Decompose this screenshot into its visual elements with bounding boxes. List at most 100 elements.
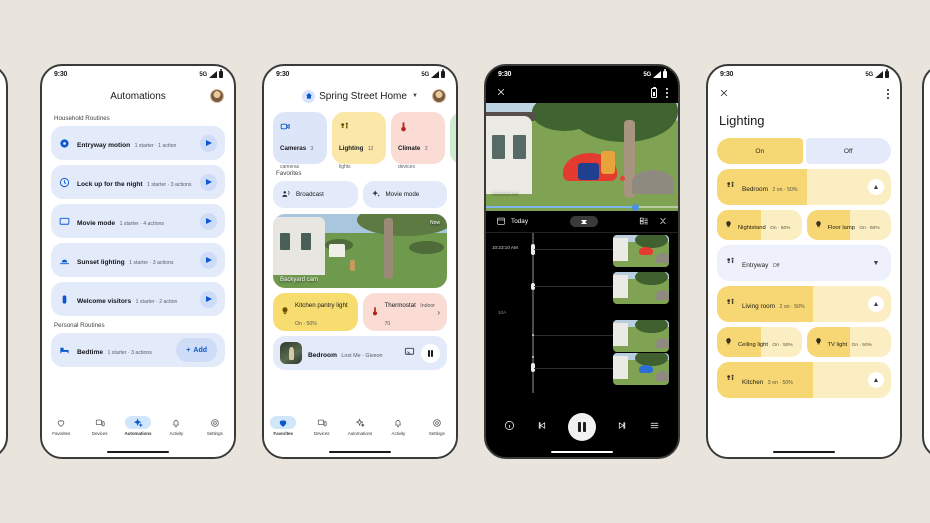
- skip-previous-icon[interactable]: [536, 418, 547, 436]
- battery-icon[interactable]: [651, 86, 657, 98]
- event-thumbnail[interactable]: [613, 320, 669, 352]
- automation-row[interactable]: Sunset lighting 1 starter · 3 actions: [51, 243, 225, 277]
- nav-item-activity[interactable]: Activity: [159, 416, 193, 436]
- category-cameras[interactable]: Cameras 3 cameras: [273, 112, 327, 170]
- light-group-entryway[interactable]: Entryway Off ▼: [717, 245, 891, 281]
- chevron-up-icon[interactable]: ▲: [868, 296, 884, 312]
- light-group-kitchen[interactable]: Kitchen 3 on · 50% ▲: [717, 362, 891, 398]
- event-thumbnail[interactable]: [613, 272, 669, 304]
- run-automation-button[interactable]: [200, 212, 217, 230]
- category-text: Lighting 12 lights: [339, 137, 380, 173]
- nav-label: Settings: [206, 431, 223, 436]
- app-bar: Automations: [42, 83, 234, 109]
- automation-row[interactable]: Welcome visitors 1 starter · 2 action: [51, 282, 225, 316]
- nav-item-favorites[interactable]: Favorites: [266, 416, 300, 436]
- nav-item-favorites[interactable]: Favorites: [44, 416, 78, 436]
- toggle-on-button[interactable]: On: [717, 138, 803, 164]
- light-tv-light[interactable]: TV light On · 50%: [806, 327, 891, 357]
- battery-icon: [441, 69, 445, 79]
- nav-item-settings[interactable]: Settings: [420, 416, 454, 436]
- light-group-living-room[interactable]: Living room 2 on · 50% ▲: [717, 286, 891, 322]
- favorite-movie-mode[interactable]: Movie mode: [362, 181, 447, 208]
- home-content[interactable]: Cameras 3 cameras Lighting 12 lights Cli…: [264, 109, 456, 413]
- category-wifi[interactable]: Wi-Fi Connected: [450, 112, 456, 164]
- light-children-living-room[interactable]: Ceiling light On · 50% TV light On · 50%: [717, 327, 891, 357]
- event-timeline[interactable]: 10:23:10 AM 10A: [486, 233, 678, 407]
- run-automation-button[interactable]: [200, 251, 217, 269]
- device-kitchen-pantry-light[interactable]: Kitchen pantry light On · 50%: [273, 293, 358, 331]
- more-vertical-icon[interactable]: [666, 88, 668, 98]
- light-group-bedroom[interactable]: Bedroom 2 on · 50% ▲: [717, 169, 891, 205]
- home-selector[interactable]: Spring Street Home ▼: [302, 89, 418, 103]
- cast-icon[interactable]: [404, 344, 415, 362]
- run-automation-button[interactable]: [200, 134, 217, 152]
- nav-item-activity[interactable]: Activity: [381, 416, 415, 436]
- category-row[interactable]: Cameras 3 cameras Lighting 12 lights Cli…: [273, 112, 456, 170]
- bed-icon: [58, 345, 71, 356]
- device-row[interactable]: Kitchen pantry light On · 50% Thermostat…: [273, 293, 447, 331]
- add-routine-button[interactable]: + Add: [176, 338, 217, 362]
- section-household-label: Household Routines: [54, 115, 110, 122]
- close-icon[interactable]: [496, 84, 506, 102]
- nav-item-devices[interactable]: Devices: [83, 416, 117, 436]
- collapse-icon[interactable]: [658, 213, 668, 231]
- pause-button[interactable]: [421, 343, 440, 363]
- close-icon[interactable]: [719, 85, 729, 103]
- automation-row[interactable]: Movie mode 1 starter · 4 actions: [51, 204, 225, 238]
- skip-next-icon[interactable]: [617, 418, 628, 436]
- group-body: Kitchen 3 on · 50%: [725, 371, 793, 389]
- nav-item-settings[interactable]: Settings: [198, 416, 232, 436]
- bottom-nav[interactable]: Favorites Devices Automations Activity S…: [42, 413, 234, 447]
- automations-list[interactable]: Household Routines Entryway motion 1 sta…: [42, 109, 234, 413]
- nav-item-automations[interactable]: Automations: [343, 416, 377, 436]
- signal-icon: [209, 71, 217, 78]
- on-off-toggle[interactable]: On Off: [708, 138, 900, 164]
- light-floor-lamp[interactable]: Floor lamp On · 50%: [806, 210, 891, 240]
- light-ceiling-light[interactable]: Ceiling light On · 50%: [717, 327, 802, 357]
- camera-live-feed[interactable]: 10:23:10 AM: [486, 103, 678, 211]
- category-name: Cameras: [280, 145, 307, 152]
- avatar[interactable]: [432, 89, 446, 103]
- status-time: 9:30: [498, 71, 512, 78]
- device-text: Kitchen pantry light On · 50%: [295, 294, 351, 330]
- more-vertical-icon[interactable]: [887, 89, 889, 99]
- chevron-down-icon[interactable]: ▼: [868, 255, 884, 271]
- device-thermostat[interactable]: Thermostat Indoor 70 ›: [362, 293, 447, 331]
- light-children-bedroom[interactable]: Nightstand On · 50% Floor lamp On · 50%: [717, 210, 891, 240]
- event-thumbnail[interactable]: [613, 235, 669, 267]
- group-body: Bedroom 2 on · 50%: [725, 178, 797, 196]
- speed-icon[interactable]: [569, 216, 598, 227]
- automation-row[interactable]: Entryway motion 1 starter · 1 action: [51, 126, 225, 160]
- category-lighting[interactable]: Lighting 12 lights: [332, 112, 386, 170]
- devices-icon: [87, 416, 113, 429]
- chevron-up-icon[interactable]: ▲: [868, 179, 884, 195]
- category-climate[interactable]: Climate 2 devices: [391, 112, 445, 170]
- playback-knob[interactable]: [632, 203, 640, 211]
- home-indicator-area: [42, 447, 234, 457]
- bottom-nav[interactable]: Favorites Devices Automations Activity S…: [264, 413, 456, 447]
- event-thumbnail[interactable]: [613, 353, 669, 385]
- media-player-card[interactable]: Bedroom Lost Me · Giveon: [273, 336, 447, 370]
- bulb-icon: [724, 216, 733, 234]
- chevron-up-icon[interactable]: ▲: [868, 372, 884, 388]
- nav-item-devices[interactable]: Devices: [305, 416, 339, 436]
- light-nightstand[interactable]: Nightstand On · 50%: [717, 210, 802, 240]
- automation-row[interactable]: Bedtime 1 starter · 3 actions + Add: [51, 333, 225, 367]
- toggle-off-button[interactable]: Off: [805, 138, 891, 164]
- info-icon[interactable]: [504, 418, 515, 436]
- camera-card-backyard[interactable]: Now Backyard cam: [273, 214, 447, 288]
- light-body: Nightstand On · 50%: [724, 216, 790, 234]
- automation-row[interactable]: Lock up for the night 1 starter · 3 acti…: [51, 165, 225, 199]
- playback-scrubber[interactable]: [486, 203, 678, 211]
- favorite-broadcast[interactable]: Broadcast: [273, 181, 358, 208]
- avatar[interactable]: [210, 89, 224, 103]
- run-automation-button[interactable]: [200, 173, 217, 191]
- run-automation-button[interactable]: [200, 290, 217, 308]
- nav-item-automations[interactable]: Automations: [121, 416, 155, 436]
- camera-playback-bar[interactable]: [486, 407, 678, 447]
- pause-button[interactable]: [567, 413, 596, 441]
- favorites-row[interactable]: Broadcast Movie mode: [273, 181, 447, 208]
- grid-view-icon[interactable]: [639, 213, 649, 231]
- list-icon[interactable]: [649, 418, 660, 436]
- date-selector[interactable]: Today: [496, 216, 528, 228]
